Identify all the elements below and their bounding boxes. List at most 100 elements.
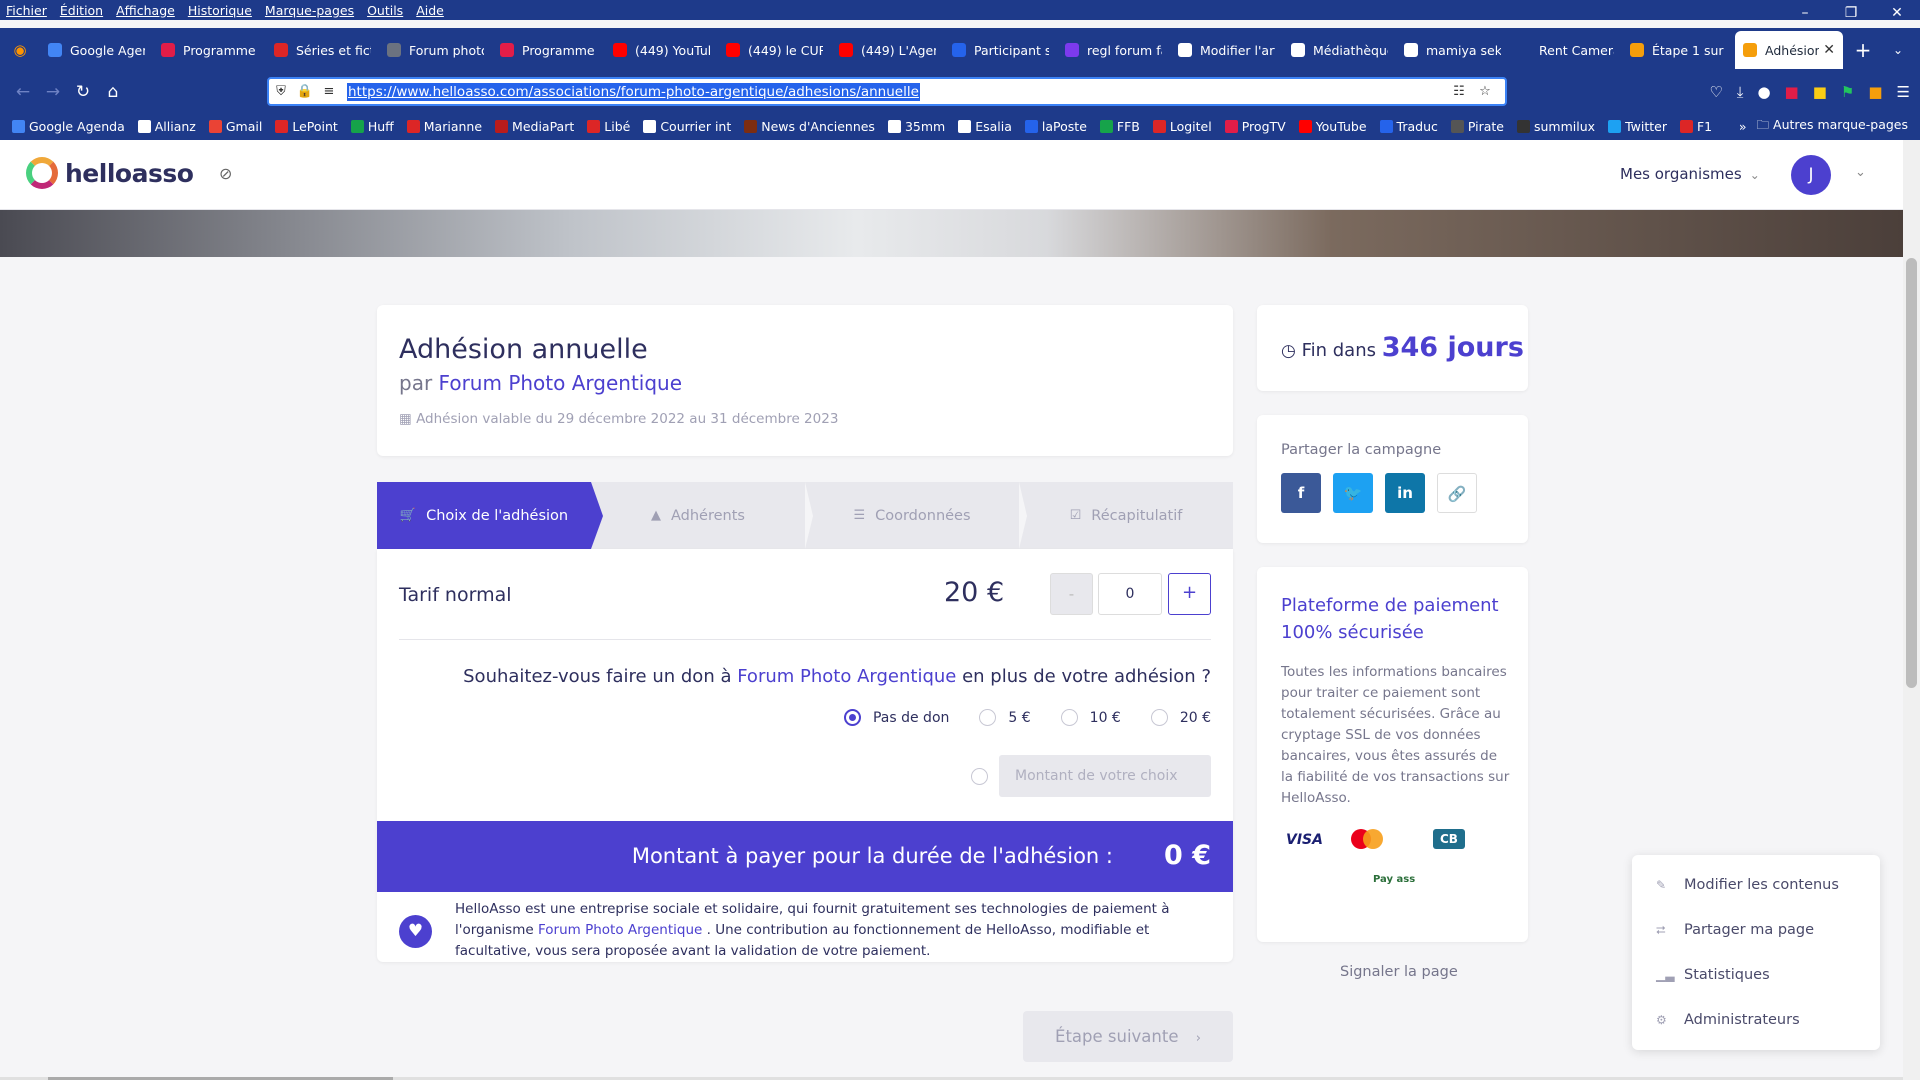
reload-icon[interactable]: ↻ <box>68 82 98 102</box>
shield-icon[interactable]: ⛨ <box>269 84 293 99</box>
bookmark-item[interactable]: Traduc <box>1379 119 1438 134</box>
bookmark-item[interactable]: Allianz <box>137 119 196 134</box>
step-recapitulatif[interactable]: ☑ Récapitulatif <box>1019 482 1233 549</box>
bookmark-item[interactable]: YouTube <box>1298 119 1367 134</box>
bookmark-item[interactable]: MediaPart <box>495 119 574 134</box>
browser-tab[interactable]: Forum photo <box>379 31 492 69</box>
extension-ublock-icon[interactable]: ■ <box>1785 83 1799 101</box>
bookmark-item[interactable]: LePoint <box>275 119 338 134</box>
menu-fichier[interactable]: Fichier <box>6 3 47 18</box>
step-coordonnees[interactable]: ☰ Coordonnées <box>805 482 1027 549</box>
share-twitter-button[interactable]: 🐦 <box>1333 473 1373 513</box>
permissions-icon[interactable]: ≡ <box>317 84 341 99</box>
browser-tab[interactable]: Modifier l'art <box>1170 31 1283 69</box>
browser-tab[interactable]: regl forum fa <box>1057 31 1170 69</box>
browser-tab[interactable]: Étape 1 sur 4 <box>1622 31 1735 69</box>
browser-tab[interactable]: Médiathèque <box>1283 31 1396 69</box>
eye-off-icon[interactable]: ⊘ <box>219 164 239 184</box>
bookmark-item[interactable]: Google Agenda <box>12 119 125 134</box>
admin-share-page[interactable]: ⮂ Partager ma page <box>1656 922 1814 938</box>
url-bar[interactable]: ⛨ 🔒 ≡ https://www.helloasso.com/associat… <box>267 77 1507 106</box>
browser-tab[interactable]: Google Agen <box>40 31 153 69</box>
donation-option-10[interactable]: 10 € <box>1060 709 1121 726</box>
bookmark-item[interactable]: laPoste <box>1024 119 1087 134</box>
bookmark-item[interactable]: ProgTV <box>1224 119 1286 134</box>
bookmark-item[interactable]: Marianne <box>406 119 482 134</box>
browser-tab[interactable]: mamiya sek <box>1396 31 1509 69</box>
menu-affichage[interactable]: Affichage <box>116 3 175 18</box>
new-tab-icon[interactable]: + <box>1843 38 1883 62</box>
custom-amount-radio[interactable] <box>971 767 988 785</box>
url-text[interactable]: https://www.helloasso.com/associations/f… <box>347 82 920 101</box>
organizer-link[interactable]: Forum Photo Argentique <box>439 371 682 395</box>
lock-icon[interactable]: 🔒 <box>293 84 317 99</box>
extension-notes-icon[interactable]: ■ <box>1813 83 1827 101</box>
donation-option-none[interactable]: Pas de don <box>843 709 949 726</box>
step-adherents[interactable]: ▲ Adhérents <box>591 482 813 549</box>
increase-quantity-button[interactable]: + <box>1168 573 1211 615</box>
bookmark-item[interactable]: F1 <box>1679 119 1712 134</box>
custom-amount-input[interactable]: Montant de votre choix <box>999 755 1211 797</box>
scrollbar-thumb[interactable] <box>1906 258 1917 688</box>
bookmark-item[interactable]: 35mm <box>887 119 945 134</box>
bookmark-item[interactable]: FFB <box>1099 119 1140 134</box>
step-choix-adhesion[interactable]: 🛒 Choix de l'adhésion <box>377 482 603 549</box>
bookmark-item[interactable]: Huff <box>350 119 394 134</box>
admin-statistics[interactable]: ▁▃ Statistiques <box>1656 967 1770 983</box>
firefox-icon[interactable]: ◉ <box>0 41 40 59</box>
avatar[interactable]: J <box>1791 155 1831 195</box>
report-page-link[interactable]: Signaler la page <box>1340 964 1458 980</box>
bookmark-item[interactable]: Esalia <box>958 119 1012 134</box>
donation-option-20[interactable]: 20 € <box>1150 709 1211 726</box>
forward-icon[interactable]: → <box>38 82 68 102</box>
restore-icon[interactable]: ❐ <box>1828 0 1874 28</box>
account-chevron-down-icon[interactable]: ⌄ <box>1855 165 1866 180</box>
extension-flag-icon[interactable]: ⚑ <box>1841 83 1854 101</box>
decrease-quantity-button[interactable]: - <box>1050 573 1093 615</box>
reader-view-icon[interactable]: ☷ <box>1447 84 1471 99</box>
bookmark-item[interactable]: Twitter <box>1608 119 1667 134</box>
bookmark-item[interactable]: Courrier int <box>643 119 731 134</box>
admin-edit-content[interactable]: ✎ Modifier les contenus <box>1656 877 1839 893</box>
browser-tab[interactable]: Programme <box>153 31 266 69</box>
vertical-scrollbar[interactable] <box>1903 140 1920 1080</box>
quantity-input[interactable]: 0 <box>1098 573 1162 615</box>
info-org-link[interactable]: Forum Photo Argentique <box>538 922 702 938</box>
bookmarks-overflow-icon[interactable]: » <box>1739 119 1747 134</box>
extension-puzzle-icon[interactable]: ■ <box>1868 83 1882 101</box>
menu-historique[interactable]: Historique <box>188 3 252 18</box>
other-bookmarks[interactable]: 🗀 Autres marque-pages <box>1757 116 1908 137</box>
browser-tab[interactable]: Rent Camera Pho <box>1509 31 1622 69</box>
browser-tab[interactable]: Séries et ficti <box>266 31 379 69</box>
back-icon[interactable]: ← <box>8 82 38 102</box>
account-icon[interactable]: ● <box>1757 83 1770 101</box>
minimize-icon[interactable]: – <box>1782 0 1828 28</box>
browser-tab[interactable]: (449) le CUR <box>718 31 831 69</box>
bookmark-item[interactable]: Logitel <box>1152 119 1212 134</box>
close-window-icon[interactable]: ✕ <box>1874 0 1920 28</box>
share-linkedin-button[interactable]: in <box>1385 473 1425 513</box>
next-step-button[interactable]: Étape suivante › <box>1023 1011 1233 1062</box>
bookmark-star-icon[interactable]: ☆ <box>1473 84 1497 99</box>
menu-edition[interactable]: Édition <box>60 3 103 18</box>
bookmark-item[interactable]: News d'Anciennes <box>744 119 875 134</box>
share-facebook-button[interactable]: f <box>1281 473 1321 513</box>
pocket-icon[interactable]: ♡ <box>1709 83 1722 101</box>
donation-option-5[interactable]: 5 € <box>979 709 1031 726</box>
tab-list-icon[interactable]: ⌄ <box>1883 43 1913 57</box>
menu-aide[interactable]: Aide <box>416 3 444 18</box>
my-organisations-dropdown[interactable]: Mes organismes ⌄ <box>1620 165 1760 183</box>
browser-tab[interactable]: Programme <box>492 31 605 69</box>
browser-tab[interactable]: Participant s <box>944 31 1057 69</box>
browser-tab[interactable]: (449) YouTub <box>605 31 718 69</box>
helloasso-logo[interactable]: helloasso <box>26 157 194 189</box>
copy-link-button[interactable]: 🔗 <box>1437 473 1477 513</box>
bookmark-item[interactable]: summilux <box>1517 119 1595 134</box>
bookmark-item[interactable]: Pirate <box>1450 119 1504 134</box>
admin-administrators[interactable]: ⚙ Administrateurs <box>1656 1012 1800 1028</box>
home-icon[interactable]: ⌂ <box>98 82 128 102</box>
bookmark-item[interactable]: Libé <box>587 119 630 134</box>
menu-marque-pages[interactable]: Marque-pages <box>265 3 354 18</box>
close-tab-icon[interactable]: ✕ <box>1823 42 1835 58</box>
hamburger-menu-icon[interactable]: ☰ <box>1897 83 1910 101</box>
